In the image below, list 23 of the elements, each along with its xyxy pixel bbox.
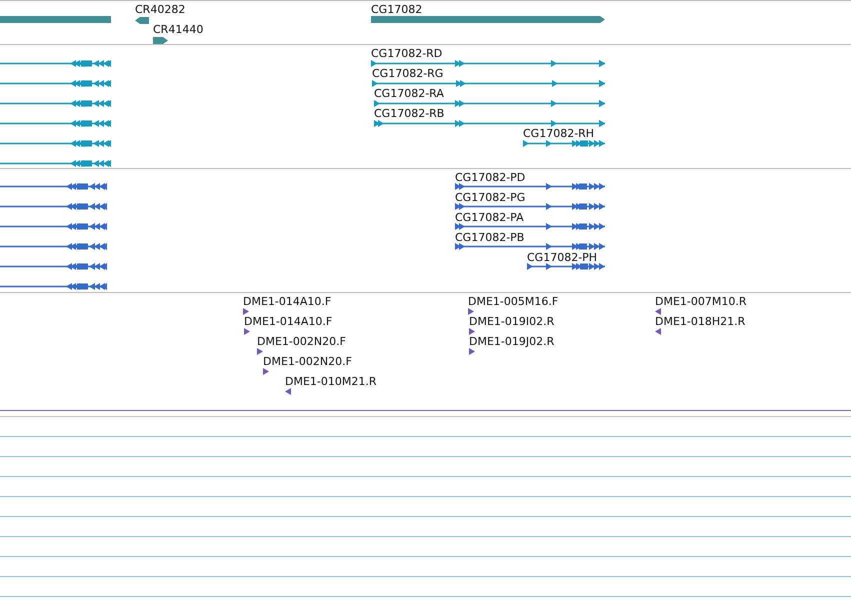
feature-label: DME1-010M21.R — [285, 375, 377, 388]
feature-label: DME1-019J02.R — [469, 335, 554, 348]
feature-label: DME1-002N20.F — [263, 355, 352, 368]
feature-label: CG17082-RD — [371, 47, 442, 60]
feature-label: DME1-005M16.F — [468, 295, 558, 308]
feature-label: DME1-007M10.R — [655, 295, 747, 308]
feature-label: CG17082-RA — [374, 87, 444, 100]
feature-label: CG17082-PA — [455, 211, 524, 224]
feature-label: DME1-014A10.F — [244, 315, 332, 328]
feature-label: CG17082-PB — [455, 231, 524, 244]
feature-label: CG17082-PG — [455, 191, 526, 204]
feature-label: CR40282 — [135, 3, 186, 16]
feature-label: CG17082-RG — [372, 67, 444, 80]
feature-label: DME1-019I02.R — [469, 315, 554, 328]
feature-label: CR41440 — [153, 23, 204, 36]
feature-label: CG17082-RH — [523, 127, 594, 140]
feature-label: CG17082 — [371, 3, 422, 16]
feature-label: DME1-002N20.F — [257, 335, 346, 348]
feature-label: CG17082-PH — [527, 251, 598, 264]
feature-label: CG17082-PD — [455, 171, 526, 184]
feature-label: DME1-014A10.F — [243, 295, 332, 308]
feature-label: CG17082-RB — [374, 107, 444, 120]
feature-label: DME1-018H21.R — [655, 315, 746, 328]
